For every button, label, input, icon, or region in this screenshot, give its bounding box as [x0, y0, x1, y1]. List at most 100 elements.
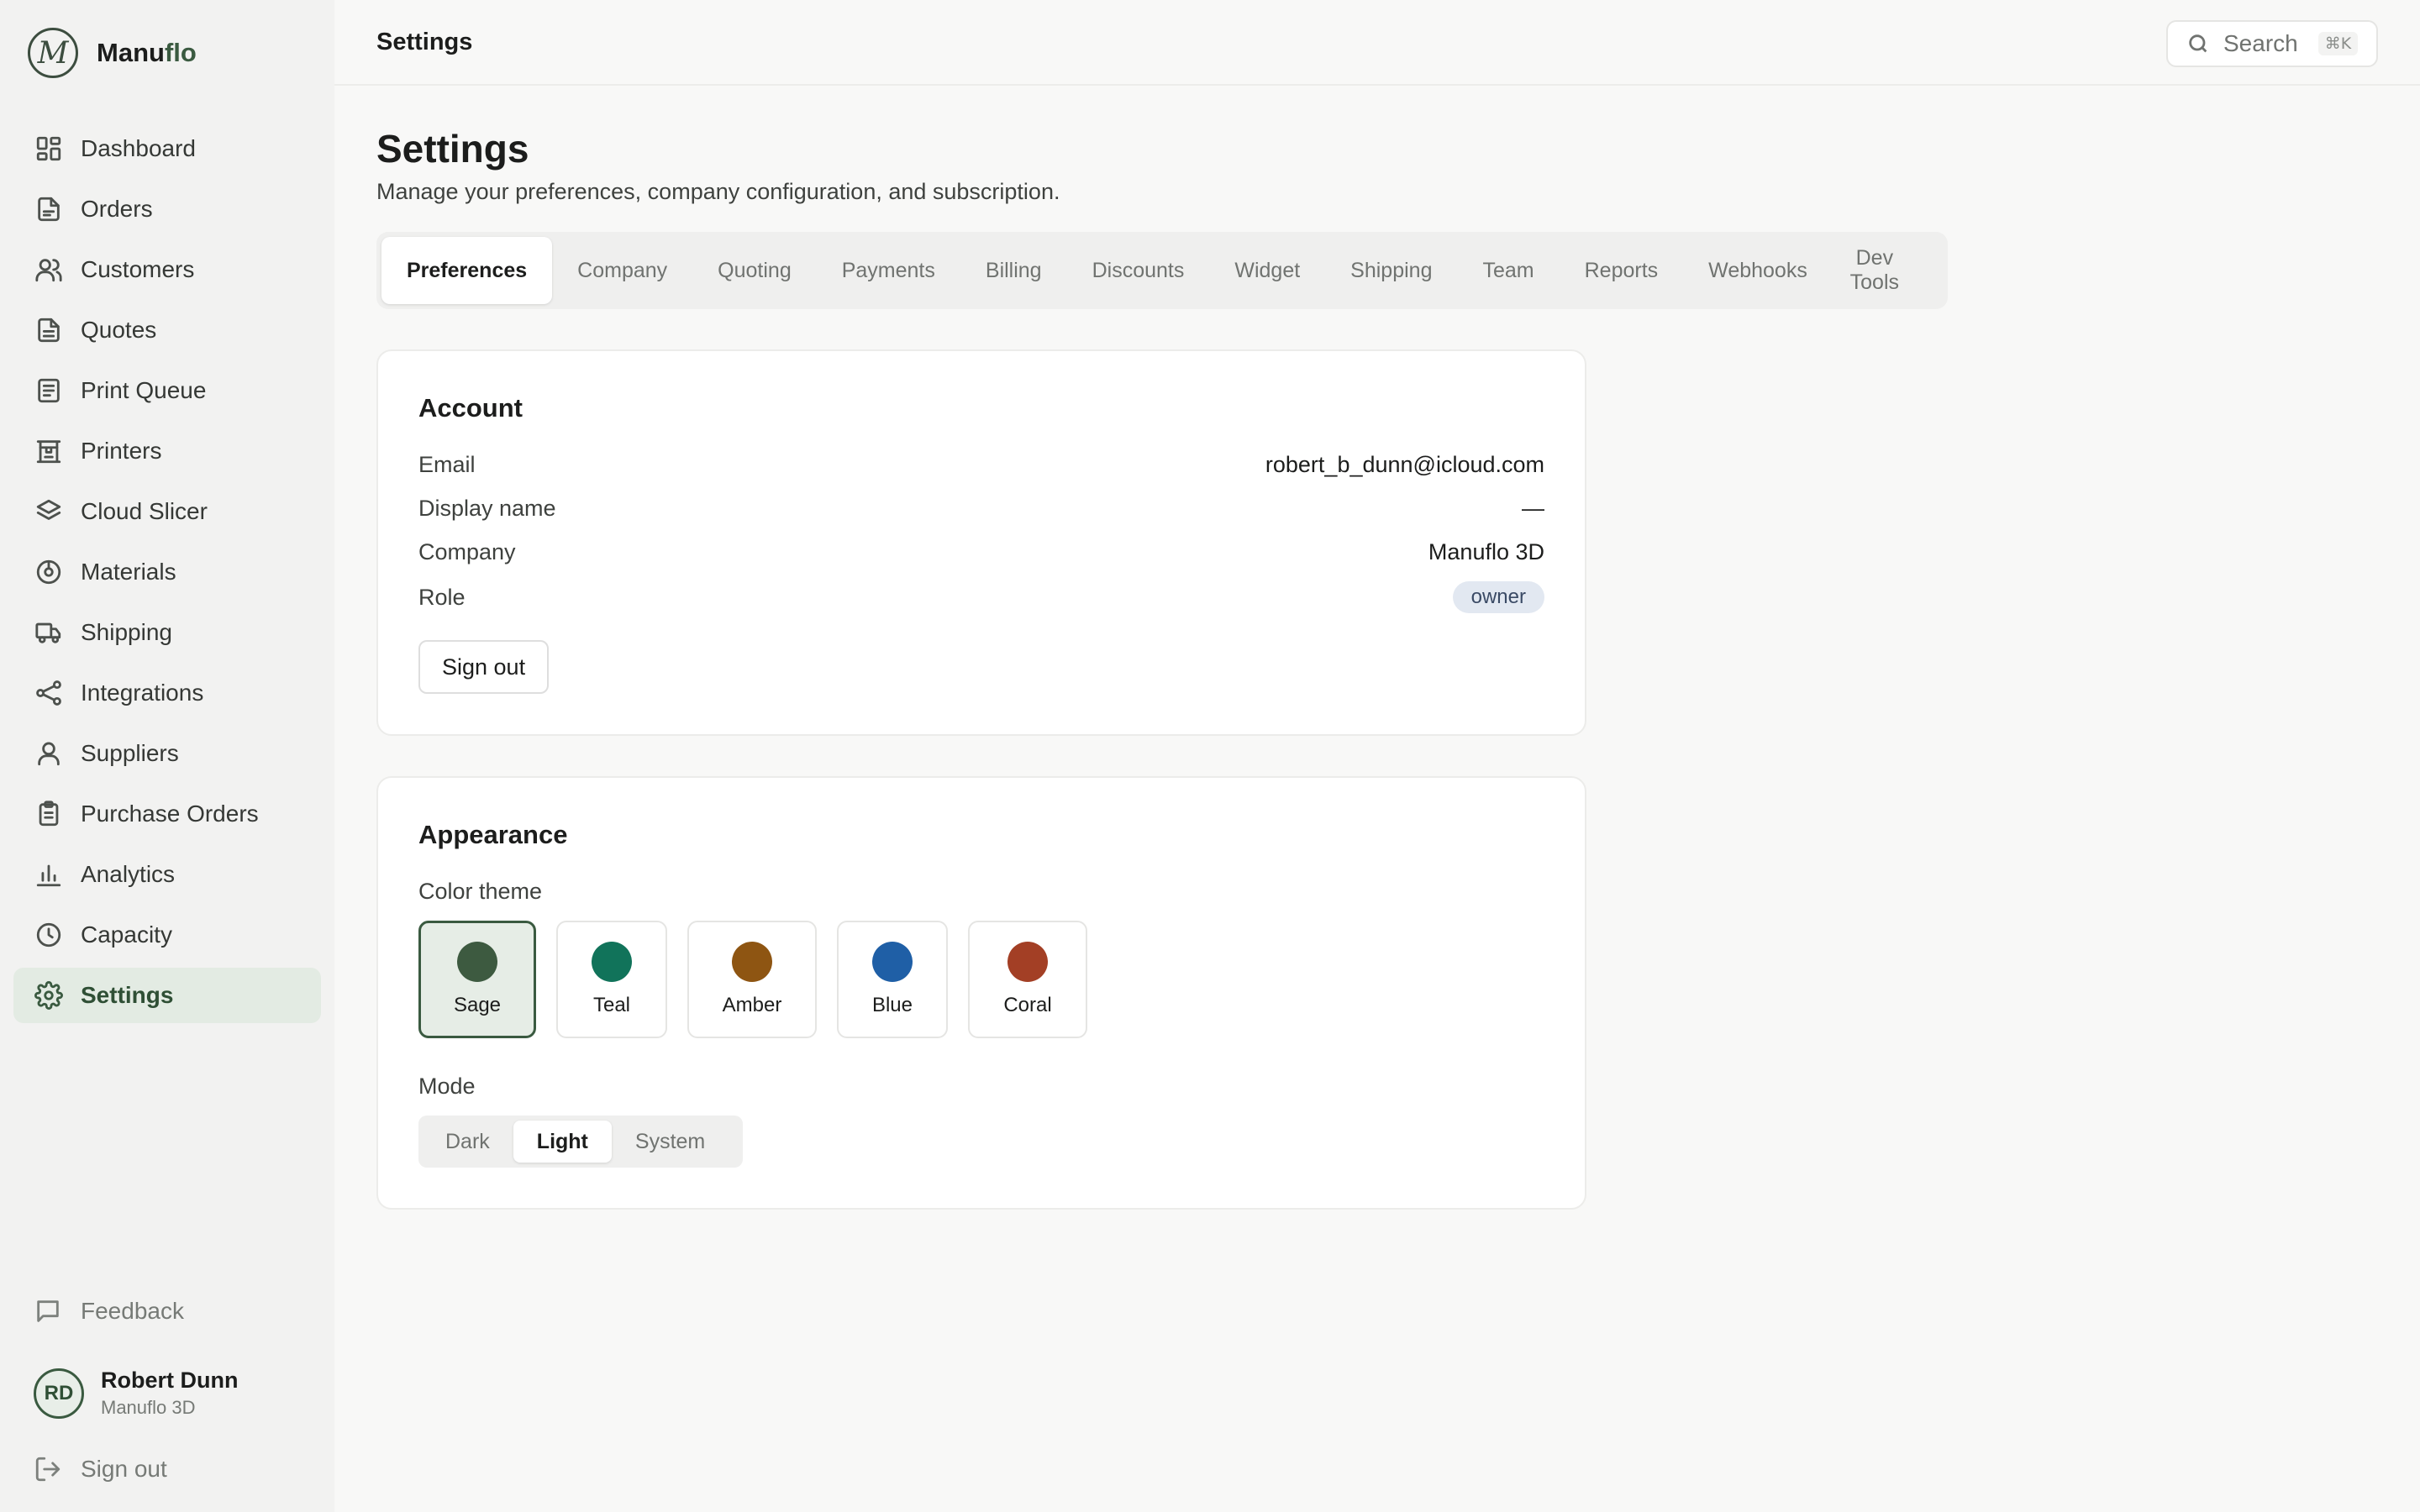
- tab-widget[interactable]: Widget: [1209, 237, 1325, 304]
- account-card: Account Email robert_b_dunn@icloud.com D…: [376, 349, 1586, 736]
- role-row: Role owner: [418, 581, 1544, 613]
- color-theme-options: Sage Teal Amber Blue Coral: [418, 921, 1107, 1038]
- user-text: Robert Dunn Manuflo 3D: [101, 1368, 238, 1419]
- tab-dev-tools[interactable]: Dev Tools: [1833, 237, 1917, 304]
- display-name-label: Display name: [418, 496, 556, 521]
- users-icon: [34, 255, 64, 285]
- tab-shipping[interactable]: Shipping: [1325, 237, 1457, 304]
- mode-option-light[interactable]: Light: [513, 1121, 612, 1163]
- sidebar-item-suppliers[interactable]: Suppliers: [13, 726, 321, 781]
- tab-preferences[interactable]: Preferences: [381, 237, 553, 304]
- sidebar-item-analytics[interactable]: Analytics: [13, 847, 321, 902]
- sidebar-item-orders[interactable]: Orders: [13, 181, 321, 237]
- tab-webhooks[interactable]: Webhooks: [1683, 237, 1833, 304]
- list-icon: [34, 375, 64, 406]
- feedback-label: Feedback: [81, 1298, 184, 1324]
- document-icon: [34, 315, 64, 345]
- layers-icon: [34, 496, 64, 527]
- mode-label: Mode: [418, 1074, 476, 1099]
- sidebar-item-label: Suppliers: [81, 740, 179, 766]
- swatch-label: Teal: [592, 994, 631, 1016]
- swatch-dot: [1007, 942, 1048, 982]
- mode-option-dark[interactable]: Dark: [422, 1121, 513, 1163]
- sidebar-signout-button[interactable]: Sign out: [34, 1455, 167, 1483]
- topbar: Settings Search ⌘K: [334, 0, 2420, 86]
- sidebar-item-settings[interactable]: Settings: [13, 968, 321, 1023]
- sidebar-item-label: Purchase Orders: [81, 801, 259, 827]
- email-row: Email robert_b_dunn@icloud.com: [418, 452, 1544, 478]
- sidebar-item-label: Customers: [81, 256, 195, 282]
- sidebar-item-label: Settings: [81, 982, 174, 1008]
- theme-option-coral[interactable]: Coral: [968, 921, 1087, 1038]
- gear-icon: [34, 980, 64, 1011]
- mode-option-system[interactable]: System: [612, 1121, 729, 1163]
- sidebar-item-label: Print Queue: [81, 377, 207, 403]
- tab-payments[interactable]: Payments: [817, 237, 960, 304]
- search-shortcut: ⌘K: [2317, 32, 2359, 55]
- theme-option-amber[interactable]: Amber: [687, 921, 817, 1038]
- theme-option-sage[interactable]: Sage: [418, 921, 536, 1038]
- sidebar-item-label: Capacity: [81, 921, 172, 948]
- sidebar-item-label: Integrations: [81, 680, 204, 706]
- user-name: Robert Dunn: [101, 1368, 239, 1393]
- sidebar-item-label: Orders: [81, 196, 153, 222]
- sidebar-item-label: Shipping: [81, 619, 172, 645]
- sidebar-item-purchase-orders[interactable]: Purchase Orders: [13, 786, 321, 842]
- sidebar-item-materials[interactable]: Materials: [13, 544, 321, 600]
- tab-discounts[interactable]: Discounts: [1067, 237, 1210, 304]
- clipboard-icon: [34, 799, 64, 829]
- swatch-dot: [732, 942, 772, 982]
- tab-reports[interactable]: Reports: [1560, 237, 1684, 304]
- sidebar-item-cloud-slicer[interactable]: Cloud Slicer: [13, 484, 321, 539]
- spool-icon: [34, 557, 64, 587]
- sidebar-item-capacity[interactable]: Capacity: [13, 907, 321, 963]
- color-theme-label: Color theme: [418, 879, 543, 904]
- sidebar-item-shipping[interactable]: Shipping: [13, 605, 321, 660]
- topbar-title: Settings: [376, 29, 473, 55]
- appearance-title: Appearance: [418, 820, 568, 849]
- company-value: Manuflo 3D: [1428, 539, 1544, 564]
- sidebar-item-integrations[interactable]: Integrations: [13, 665, 321, 721]
- sidebar-item-printers[interactable]: Printers: [13, 423, 321, 479]
- search-placeholder: Search: [2223, 30, 2298, 56]
- share-icon: [34, 678, 64, 708]
- tab-quoting[interactable]: Quoting: [692, 237, 817, 304]
- page-title: Settings: [376, 127, 529, 171]
- display-name-value: —: [1522, 496, 1544, 521]
- sidebar-item-quotes[interactable]: Quotes: [13, 302, 321, 358]
- mode-segmented-control: Dark Light System: [418, 1116, 743, 1168]
- sidebar-item-label: Dashboard: [81, 135, 196, 161]
- role-label: Role: [418, 584, 466, 610]
- sidebar-item-dashboard[interactable]: Dashboard: [13, 121, 321, 176]
- signout-label: Sign out: [81, 1456, 167, 1482]
- email-label: Email: [418, 452, 476, 477]
- account-title: Account: [418, 393, 523, 423]
- avatar: RD: [34, 1368, 84, 1419]
- sidebar-item-print-queue[interactable]: Print Queue: [13, 363, 321, 418]
- user-profile[interactable]: RD Robert Dunn Manuflo 3D: [34, 1368, 238, 1419]
- settings-tabs: Preferences Company Quoting Payments Bil…: [376, 232, 1948, 309]
- sidebar-item-label: Analytics: [81, 861, 176, 887]
- swatch-dot: [872, 942, 913, 982]
- grid-icon: [34, 134, 64, 164]
- tab-company[interactable]: Company: [552, 237, 692, 304]
- brand[interactable]: M Manuflo: [28, 28, 197, 78]
- swatch-dot: [457, 942, 497, 982]
- feedback-link[interactable]: Feedback: [34, 1297, 184, 1326]
- sidebar-item-label: Materials: [81, 559, 176, 585]
- sidebar-item-customers[interactable]: Customers: [13, 242, 321, 297]
- tab-billing[interactable]: Billing: [960, 237, 1067, 304]
- file-icon: [34, 194, 64, 224]
- theme-option-blue[interactable]: Blue: [837, 921, 948, 1038]
- message-icon: [37, 1300, 59, 1322]
- swatch-label: Coral: [1003, 994, 1052, 1016]
- brand-name-part1: Manu: [97, 38, 165, 67]
- email-value: robert_b_dunn@icloud.com: [1265, 452, 1544, 477]
- sign-out-button[interactable]: Sign out: [418, 640, 550, 694]
- logout-icon: [35, 1457, 60, 1482]
- search-input[interactable]: Search ⌘K: [2166, 20, 2378, 67]
- company-row: Company Manuflo 3D: [418, 539, 1544, 565]
- tab-team[interactable]: Team: [1457, 237, 1559, 304]
- swatch-dot: [592, 942, 632, 982]
- theme-option-teal[interactable]: Teal: [556, 921, 667, 1038]
